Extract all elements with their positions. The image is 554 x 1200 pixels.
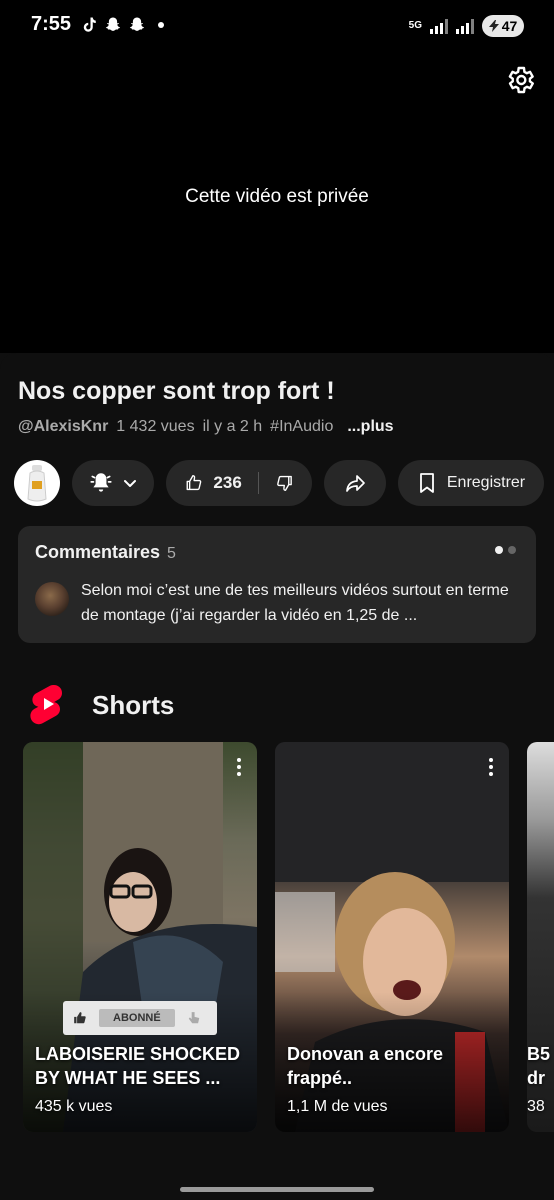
signal-icon: [456, 18, 474, 34]
divider: [257, 472, 259, 494]
network-type: 5G: [408, 20, 422, 31]
comments-card[interactable]: Commentaires 5 Selon moi c’est une de te…: [18, 526, 536, 643]
channel-handle[interactable]: @AlexisKnr: [18, 418, 108, 436]
short-title: Donovan a encore frappé..: [287, 1044, 444, 1088]
more-options-icon[interactable]: [489, 758, 495, 776]
short-views: 1,1 M de vues: [287, 1098, 388, 1115]
status-bar: 7:55 5G 47: [0, 0, 554, 50]
save-button[interactable]: Enregistrer: [398, 460, 544, 506]
status-time: 7:55: [31, 13, 72, 35]
short-card[interactable]: ABONNÉ LABOISERIE SHOCKED BY WHAT HE SEE…: [23, 742, 257, 1132]
bookmark-icon: [419, 473, 434, 493]
comments-header: Commentaires 5: [35, 542, 176, 563]
share-button[interactable]: [324, 460, 386, 506]
like-count[interactable]: 236: [213, 473, 241, 493]
video-title[interactable]: Nos copper sont trop fort !: [18, 377, 335, 406]
channel-avatar[interactable]: [14, 460, 60, 506]
dislike-icon[interactable]: [275, 471, 294, 495]
short-views: 38: [527, 1098, 545, 1115]
pager-dot-active: [495, 546, 503, 554]
chevron-down-icon: [124, 480, 136, 487]
save-label: Enregistrer: [446, 474, 526, 491]
shorts-title: Shorts: [92, 689, 175, 720]
home-indicator[interactable]: [180, 1187, 374, 1192]
commenter-avatar: [35, 582, 69, 616]
upload-age: il y a 2 h: [202, 418, 263, 435]
notification-dot: [158, 22, 164, 28]
comments-title: Commentaires: [35, 542, 161, 562]
subscribed-overlay: ABONNÉ: [63, 1001, 217, 1035]
snapchat-icon: [105, 17, 121, 31]
more-options-icon[interactable]: [237, 758, 243, 776]
short-views: 435 k vues: [35, 1098, 113, 1115]
charging-icon: [488, 20, 499, 32]
hashtag-link[interactable]: #InAudio: [270, 418, 333, 436]
gear-icon[interactable]: [504, 64, 536, 96]
signal-icon: [430, 18, 448, 34]
cursor-icon: [188, 1012, 199, 1024]
tiktok-icon: [83, 17, 96, 32]
like-dislike-group: 236: [166, 460, 312, 506]
bell-icon: [90, 473, 112, 492]
shorts-logo-icon: [30, 685, 62, 725]
like-icon: [74, 1012, 86, 1024]
short-title: LABOISERIE SHOCKED BY WHAT HE SEES ...: [35, 1044, 241, 1088]
subscribed-label: ABONNÉ: [99, 1009, 175, 1027]
status-app-icons: [80, 16, 164, 34]
avatar-image: [27, 465, 47, 502]
notification-bell-button[interactable]: [72, 460, 154, 506]
short-card[interactable]: B5 dr 38: [527, 742, 554, 1132]
share-icon: [346, 475, 365, 492]
short-card[interactable]: Donovan a encore frappé.. 1,1 M de vues: [275, 742, 509, 1132]
battery-indicator: 47: [482, 15, 524, 37]
status-right: 5G 47: [409, 15, 524, 37]
like-icon[interactable]: [184, 471, 203, 495]
short-title: B5 dr: [527, 1044, 551, 1088]
snapchat-icon: [129, 17, 145, 31]
battery-level: 47: [501, 18, 518, 34]
video-info-panel: Nos copper sont trop fort ! @AlexisKnr 1…: [0, 353, 554, 1200]
shorts-carousel: ABONNÉ LABOISERIE SHOCKED BY WHAT HE SEE…: [23, 742, 554, 1132]
comments-pager: [495, 546, 516, 554]
more-link[interactable]: ...plus: [347, 418, 393, 436]
video-meta[interactable]: @AlexisKnr 1 432 vues il y a 2 h #InAudi…: [18, 418, 394, 436]
view-count: 1 432 vues: [116, 418, 195, 435]
action-row: 236 Enregistrer: [14, 460, 544, 506]
shorts-header: Shorts: [30, 683, 174, 727]
comments-count: 5: [167, 545, 176, 562]
video-player[interactable]: Cette vidéo est privée: [0, 50, 554, 353]
private-video-message: Cette vidéo est privée: [185, 186, 369, 207]
comment-preview: Selon moi c’est une de tes meilleurs vid…: [81, 582, 509, 624]
pager-dot: [508, 546, 516, 554]
